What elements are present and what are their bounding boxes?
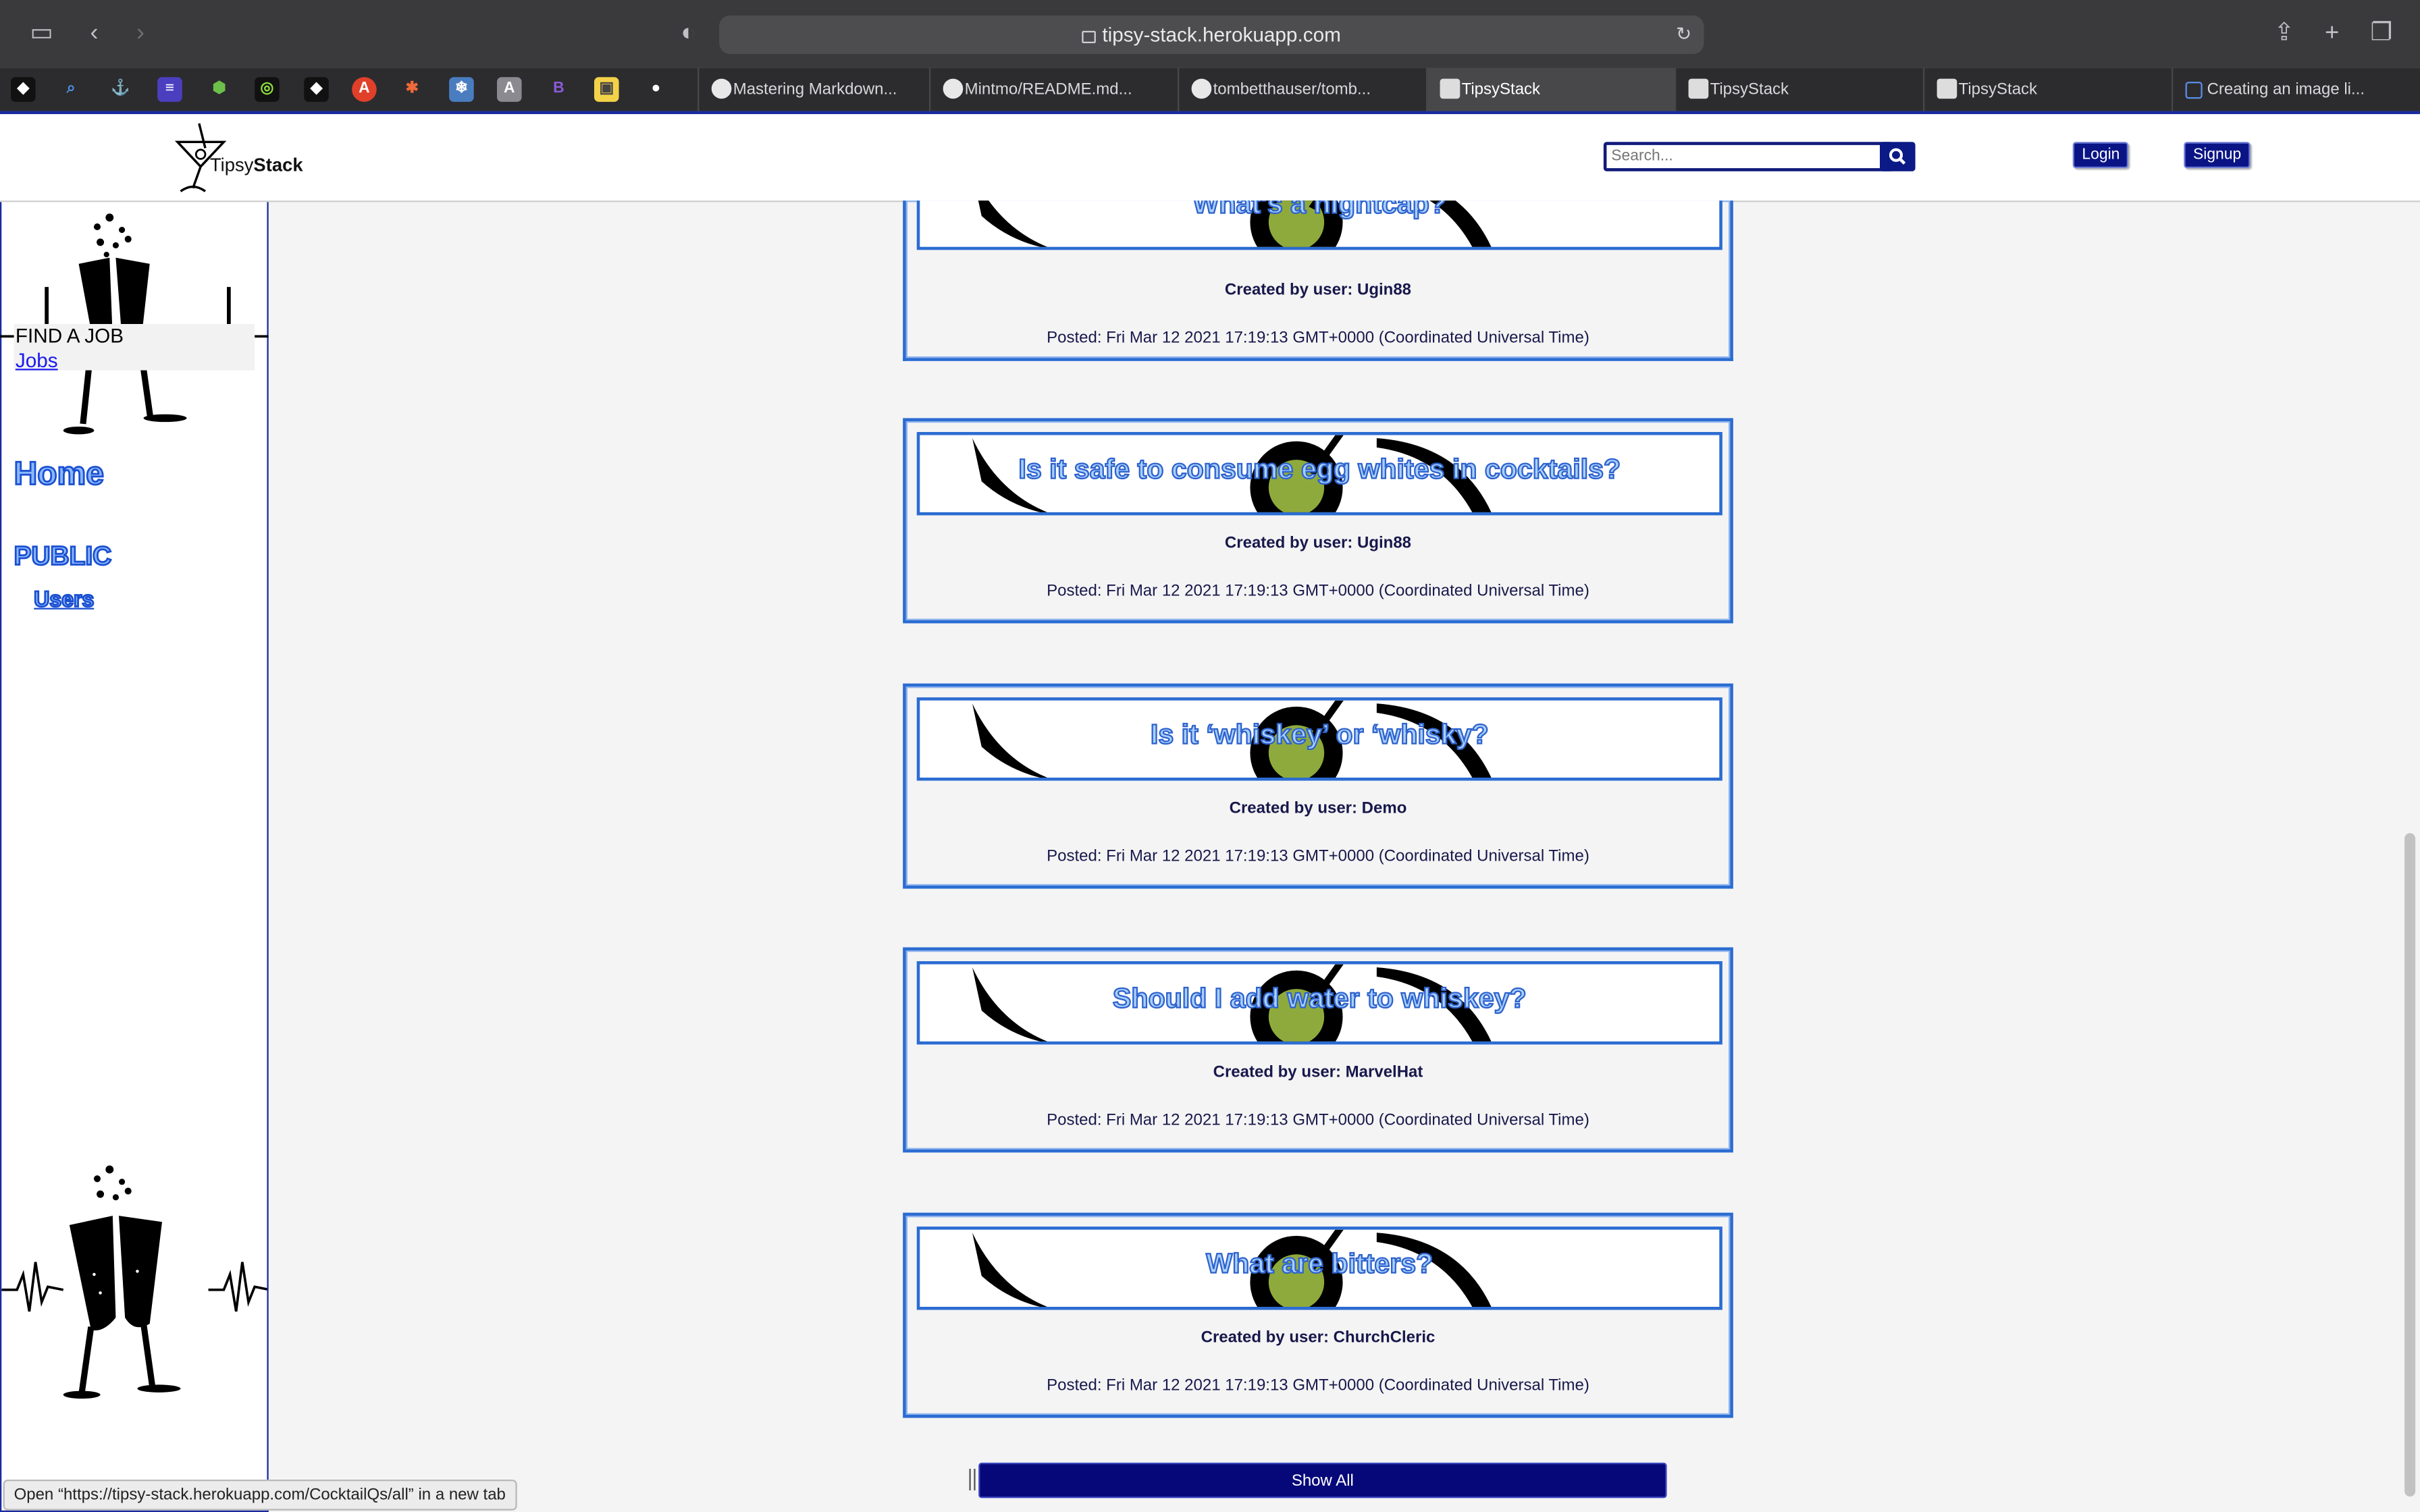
- address-bar[interactable]: tipsy-stack.herokuapp.com ↻: [719, 15, 1704, 54]
- question-posted-date: Posted: Fri Mar 12 2021 17:19:13 GMT+000…: [1047, 1376, 1589, 1395]
- tab-4[interactable]: TipsyStack: [1426, 68, 1675, 111]
- bookmark-icon[interactable]: ⚓: [108, 77, 133, 102]
- question-posted-date: Posted: Fri Mar 12 2021 17:19:13 GMT+000…: [1047, 1110, 1589, 1130]
- search-button[interactable]: [1880, 142, 1916, 171]
- sidebar: [0, 202, 269, 1512]
- question-card[interactable]: Is it ‘whiskey’ or ‘whisky? Created by us…: [903, 683, 1733, 889]
- status-bar: Open “https://tipsy-stack.herokuapp.com/…: [3, 1480, 517, 1511]
- tab-label: Creating an image li...: [2207, 80, 2365, 99]
- cocktail-icon: [1440, 78, 1461, 99]
- question-banner[interactable]: What are bitters?: [916, 1226, 1722, 1310]
- site-header: [0, 114, 2420, 202]
- question-creator: Created by user: Ugin88: [1224, 281, 1412, 300]
- question-creator: Created by user: MarvelHat: [1213, 1062, 1423, 1082]
- back-icon[interactable]: ‹: [77, 17, 111, 51]
- bookmark-list-icon[interactable]: ≡: [157, 77, 182, 102]
- bookmark-node-icon[interactable]: ⬢: [207, 77, 232, 102]
- bookmark-icon[interactable]: A: [352, 77, 377, 102]
- question-title[interactable]: Is it ‘whiskey’ or ‘whisky?: [920, 718, 1719, 751]
- bookmark-icon[interactable]: A: [497, 77, 522, 102]
- github-icon: [711, 78, 732, 99]
- tab-1[interactable]: Mastering Markdown...: [698, 68, 929, 111]
- forward-icon[interactable]: ›: [124, 17, 157, 51]
- question-posted-date: Posted: Fri Mar 12 2021 17:19:13 GMT+000…: [1047, 581, 1589, 601]
- sidebar-toggle-icon[interactable]: ▭: [25, 17, 59, 51]
- show-all-button[interactable]: Show All: [978, 1462, 1667, 1498]
- question-banner[interactable]: What's a nightcap?: [916, 200, 1722, 250]
- question-creator: Created by user: Ugin88: [1224, 533, 1412, 553]
- tab-overview-icon[interactable]: ❐: [2365, 17, 2398, 51]
- logo-stack: Stack: [253, 154, 303, 176]
- bookmark-icon[interactable]: ❄: [449, 77, 474, 102]
- question-banner[interactable]: Is it ‘whiskey’ or ‘whisky?: [916, 697, 1722, 781]
- question-title[interactable]: Should I add water to whiskey?: [920, 982, 1719, 1015]
- champagne-toast-icon: [1, 1165, 267, 1399]
- question-card[interactable]: Should I add water to whiskey? Created by…: [903, 947, 1733, 1153]
- jobs-link[interactable]: Jobs: [16, 349, 58, 372]
- url-text: tipsy-stack.herokuapp.com: [1102, 23, 1341, 47]
- search-icon: [1889, 148, 1906, 165]
- shield-icon[interactable]: ◐: [671, 17, 705, 51]
- tab-2[interactable]: Mintmo/README.md...: [929, 68, 1178, 111]
- tab-label: TipsyStack: [1461, 80, 1541, 99]
- sidebar-item-home[interactable]: Home: [13, 456, 105, 494]
- question-creator: Created by user: Demo: [1229, 799, 1407, 818]
- github-icon: [943, 78, 964, 99]
- question-title[interactable]: Is it safe to consume egg whites in cock…: [920, 453, 1719, 486]
- browser-toolbar: ▭ ‹ › ◐ tipsy-stack.herokuapp.com ↻ ⇪ + …: [0, 0, 2420, 68]
- share-icon[interactable]: ⇪: [2267, 17, 2301, 51]
- sidebar-item-users[interactable]: Users: [33, 585, 95, 612]
- bookmark-icon[interactable]: ◆: [304, 77, 329, 102]
- question-banner[interactable]: Is it safe to consume egg whites in cock…: [916, 432, 1722, 516]
- logo-tipsy: Tipsy: [209, 154, 254, 176]
- bookmark-icon[interactable]: B: [546, 77, 571, 102]
- github-icon: [1191, 78, 1212, 99]
- document-icon: [2185, 82, 2203, 99]
- bookmark-icon[interactable]: ✱: [400, 77, 425, 102]
- reload-icon[interactable]: ↻: [1676, 16, 1691, 54]
- tab-7[interactable]: Creating an image li...: [2172, 68, 2420, 111]
- signup-button[interactable]: Signup: [2184, 142, 2251, 169]
- question-posted-date: Posted: Fri Mar 12 2021 17:19:13 GMT+000…: [1047, 846, 1589, 866]
- sidebar-heading-public: PUBLIC: [13, 541, 112, 572]
- search-input[interactable]: [1603, 142, 1894, 171]
- tab-3[interactable]: tombetthauser/tomb...: [1178, 68, 1426, 111]
- scrollbar[interactable]: [2404, 833, 2416, 1497]
- bookmark-search-icon[interactable]: ⌕: [58, 77, 84, 102]
- bookmark-icon[interactable]: ◎: [255, 77, 280, 102]
- question-title[interactable]: What are bitters?: [920, 1247, 1719, 1280]
- cocktail-icon: [1688, 78, 1709, 99]
- tab-label: Mastering Markdown...: [733, 80, 897, 99]
- lock-icon: [1082, 30, 1097, 43]
- question-card[interactable]: Is it safe to consume egg whites in cock…: [903, 418, 1733, 624]
- question-creator: Created by user: ChurchCleric: [1201, 1328, 1436, 1347]
- question-card[interactable]: What are bitters? Created by user: Church…: [903, 1212, 1733, 1418]
- question-card[interactable]: What's a nightcap? Created by user: Ugin8…: [903, 200, 1733, 361]
- login-button[interactable]: Login: [2072, 142, 2130, 169]
- tab-label: TipsyStack: [1710, 80, 1789, 99]
- tab-5[interactable]: TipsyStack: [1675, 68, 1923, 111]
- bookmark-favicon-icon[interactable]: ◆: [11, 77, 36, 102]
- site-logo-text[interactable]: TipsyStack: [210, 155, 303, 176]
- find-a-job-heading: FIND A JOB: [15, 324, 124, 348]
- text-cursor-icon: [969, 1469, 976, 1490]
- tab-6[interactable]: TipsyStack: [1923, 68, 2172, 111]
- cocktail-icon: [1937, 78, 1957, 99]
- question-banner[interactable]: Should I add water to whiskey?: [916, 961, 1722, 1045]
- bookmark-github-icon[interactable]: ●: [643, 77, 668, 102]
- question-title[interactable]: What's a nightcap?: [920, 200, 1719, 221]
- tab-label: tombetthauser/tomb...: [1213, 80, 1371, 99]
- new-tab-icon[interactable]: +: [2315, 17, 2349, 51]
- bookmark-icon[interactable]: ▣: [594, 77, 619, 102]
- tab-label: Mintmo/README.md...: [964, 80, 1132, 99]
- question-posted-date: Posted: Fri Mar 12 2021 17:19:13 GMT+000…: [1047, 328, 1589, 348]
- tab-label: TipsyStack: [1958, 80, 2038, 99]
